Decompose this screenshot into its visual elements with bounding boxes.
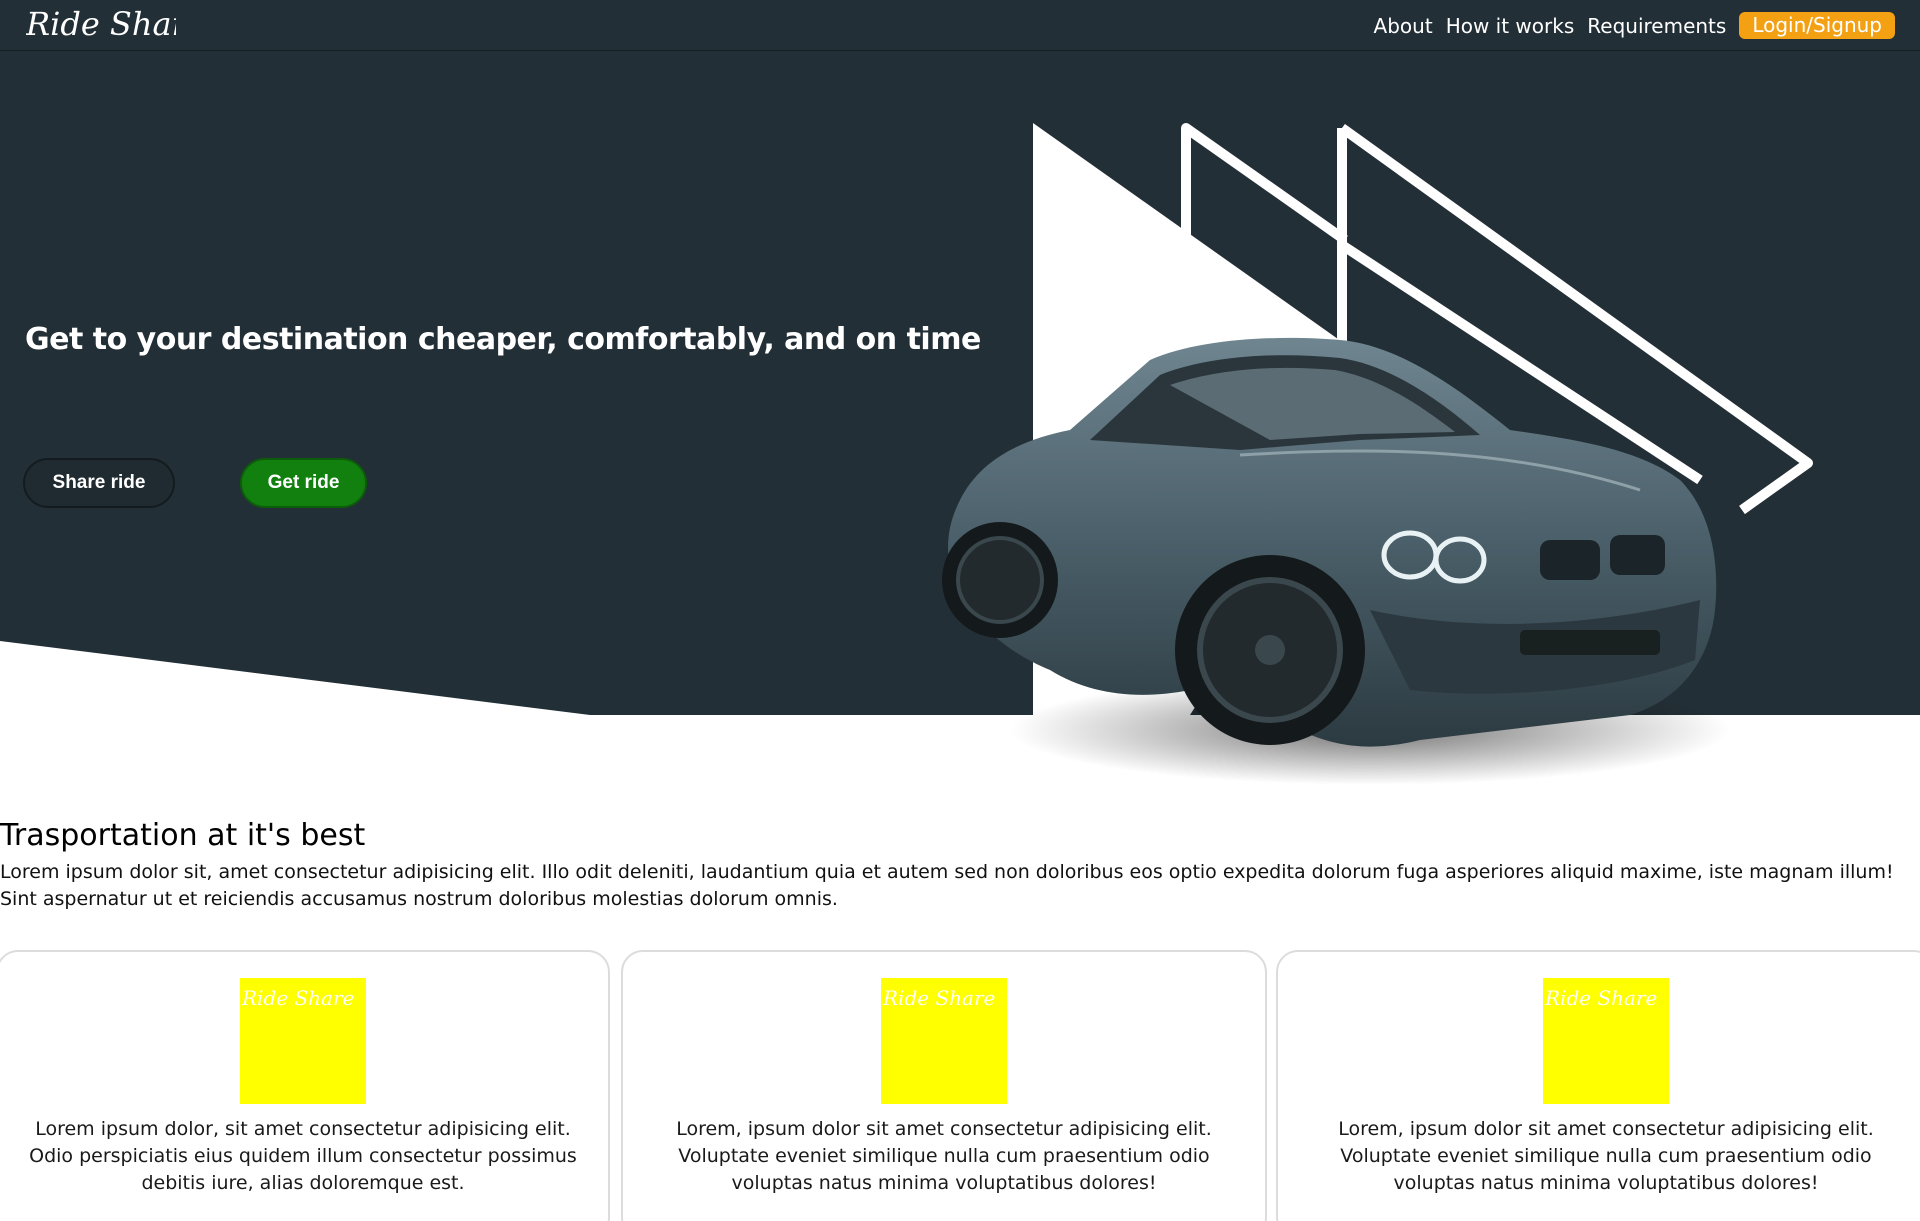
- navbar: Ride Share About How it works Requiremen…: [0, 0, 1920, 51]
- card-text: Lorem, ipsum dolor sit amet consectetur …: [1338, 1118, 1874, 1194]
- svg-text:Ride Share: Ride Share: [241, 986, 354, 1010]
- nav-link-how-it-works[interactable]: How it works: [1446, 14, 1575, 38]
- get-ride-button[interactable]: Get ride: [240, 458, 367, 508]
- card-image: Ride Share: [1543, 978, 1669, 1104]
- card-logo: Ride Share: [1544, 986, 1657, 1010]
- feature-card: Ride Share Lorem, ipsum dolor sit amet c…: [1276, 950, 1920, 1221]
- feature-card: Ride Share Lorem, ipsum dolor sit amet c…: [621, 950, 1267, 1221]
- svg-text:Ride Share: Ride Share: [882, 986, 995, 1010]
- card-image: Ride Share: [881, 978, 1007, 1104]
- nav-links: About How it works Requirements Login/Si…: [1374, 12, 1895, 39]
- ride-share-logo[interactable]: Ride Share: [26, 2, 176, 50]
- card-text: Lorem, ipsum dolor sit amet consectetur …: [676, 1118, 1212, 1194]
- feature-card: Ride Share Lorem ipsum dolor, sit amet c…: [0, 950, 610, 1221]
- nav-link-requirements[interactable]: Requirements: [1587, 14, 1726, 38]
- section-title: Trasportation at it's best: [0, 818, 366, 853]
- svg-text:Ride Share: Ride Share: [26, 5, 176, 43]
- login-signup-button[interactable]: Login/Signup: [1739, 12, 1895, 39]
- share-ride-button[interactable]: Share ride: [23, 458, 175, 508]
- card-logo: Ride Share: [882, 986, 995, 1010]
- nav-link-about[interactable]: About: [1374, 14, 1433, 38]
- section-description: Lorem ipsum dolor sit, amet consectetur …: [0, 861, 1894, 910]
- car-image: [942, 337, 1730, 785]
- card-logo: Ride Share: [241, 986, 354, 1010]
- card-text: Lorem ipsum dolor, sit amet consectetur …: [29, 1118, 577, 1194]
- svg-text:Ride Share: Ride Share: [1544, 986, 1657, 1010]
- hero-title: Get to your destination cheaper, comfort…: [25, 322, 981, 357]
- card-image: Ride Share: [240, 978, 366, 1104]
